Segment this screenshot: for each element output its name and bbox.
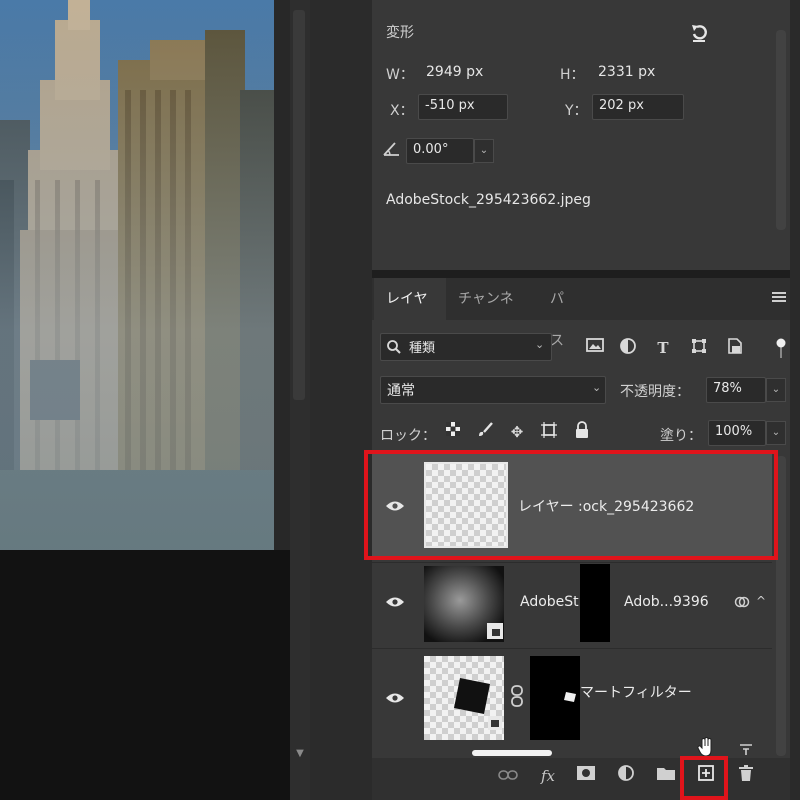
y-field[interactable]: 202 px xyxy=(592,94,684,120)
highlight-box-layer xyxy=(364,450,778,560)
width-value[interactable]: 2949 px xyxy=(426,64,483,80)
layer-name[interactable]: マートフィルター xyxy=(580,682,692,702)
layer-name-left[interactable]: AdobeSt xyxy=(520,594,579,610)
link-icon[interactable] xyxy=(510,684,524,708)
adjustment-filter-icon[interactable] xyxy=(617,337,639,359)
canvas-pasteboard[interactable] xyxy=(0,550,290,800)
layer-thumbnail[interactable] xyxy=(424,656,504,740)
image-filter-icon[interactable] xyxy=(584,337,606,359)
lock-artboard-icon[interactable] xyxy=(538,421,560,443)
rotate-reset-icon[interactable] xyxy=(688,22,712,44)
y-label: Y： xyxy=(565,103,588,119)
fill-label: 塗り： xyxy=(660,428,702,444)
folder-icon[interactable] xyxy=(654,764,678,788)
fill-chevron-down-icon[interactable]: ⌄ xyxy=(766,421,786,445)
smart-object-badge-icon xyxy=(486,622,504,640)
height-value[interactable]: 2331 px xyxy=(598,64,655,80)
panel-menu-icon[interactable] xyxy=(772,292,786,304)
blend-mode-chevron-down-icon: ⌄ xyxy=(592,381,602,394)
angle-icon xyxy=(382,140,402,158)
eye-icon[interactable] xyxy=(385,594,407,608)
tab-layers[interactable]: レイヤー xyxy=(374,278,446,349)
properties-panel xyxy=(372,0,790,270)
tab-channels[interactable]: チャンネル xyxy=(446,278,538,349)
hand-cursor-icon xyxy=(696,736,716,758)
angle-field[interactable]: 0.00° xyxy=(406,138,474,164)
lock-paint-icon[interactable] xyxy=(474,421,496,443)
angle-dropdown-chevron-down-icon[interactable]: ⌄ xyxy=(474,139,494,163)
opacity-field[interactable]: 78% xyxy=(706,377,766,403)
width-label: W： xyxy=(386,67,414,83)
align-icon xyxy=(738,742,754,756)
adjustment-icon[interactable] xyxy=(614,764,638,788)
properties-scrollbar[interactable] xyxy=(776,30,786,230)
smart-object-filter-icon[interactable] xyxy=(724,337,746,359)
link-layers-icon[interactable] xyxy=(496,764,520,788)
canvas-scrollbar-thumb[interactable] xyxy=(293,10,305,400)
height-label: H： xyxy=(560,67,585,83)
source-filename: AdobeStock_295423662.jpeg xyxy=(386,192,591,208)
document-image[interactable] xyxy=(0,0,274,550)
blend-mode-select[interactable]: 通常 xyxy=(380,376,606,404)
filter-toggle-icon[interactable] xyxy=(776,336,786,360)
opacity-label: 不透明度： xyxy=(620,384,690,400)
fx-icon[interactable]: fx xyxy=(536,764,560,788)
transform-title: 変形 xyxy=(386,25,414,41)
layer-mask-thumbnail[interactable] xyxy=(530,656,580,740)
city-photo xyxy=(0,0,274,550)
tab-paths[interactable]: パス xyxy=(538,278,588,349)
x-field[interactable]: -510 px xyxy=(418,94,508,120)
eye-icon[interactable] xyxy=(385,690,407,704)
mask-icon[interactable] xyxy=(574,764,598,788)
lock-move-icon[interactable]: ✥ xyxy=(506,421,528,443)
collapse-chevron-up-icon[interactable]: ^ xyxy=(756,594,766,608)
lock-all-icon[interactable] xyxy=(571,421,593,443)
lock-label: ロック： xyxy=(380,428,436,444)
highlight-box-new-layer xyxy=(680,756,728,800)
shape-filter-icon[interactable] xyxy=(688,337,710,359)
layer-mask-thumbnail[interactable] xyxy=(580,564,610,642)
fill-field[interactable]: 100% xyxy=(708,420,766,446)
opacity-chevron-down-icon[interactable]: ⌄ xyxy=(766,378,786,402)
drag-indicator xyxy=(472,750,552,756)
search-icon xyxy=(386,339,402,355)
filter-kind-select[interactable]: 種類 xyxy=(380,333,552,361)
smart-filter-icon[interactable] xyxy=(734,594,750,610)
lock-transparent-icon[interactable] xyxy=(442,421,464,443)
right-edge xyxy=(790,0,800,800)
layer-name-right[interactable]: Adob...9396 xyxy=(624,594,709,610)
x-label: X： xyxy=(390,103,414,119)
scroll-down-arrow-icon[interactable]: ▼ xyxy=(293,748,307,762)
trash-icon[interactable] xyxy=(734,764,758,788)
panel-divider xyxy=(310,0,372,800)
type-filter-icon[interactable]: T xyxy=(652,337,674,359)
filter-kind-chevron-down-icon: ⌄ xyxy=(535,338,545,351)
